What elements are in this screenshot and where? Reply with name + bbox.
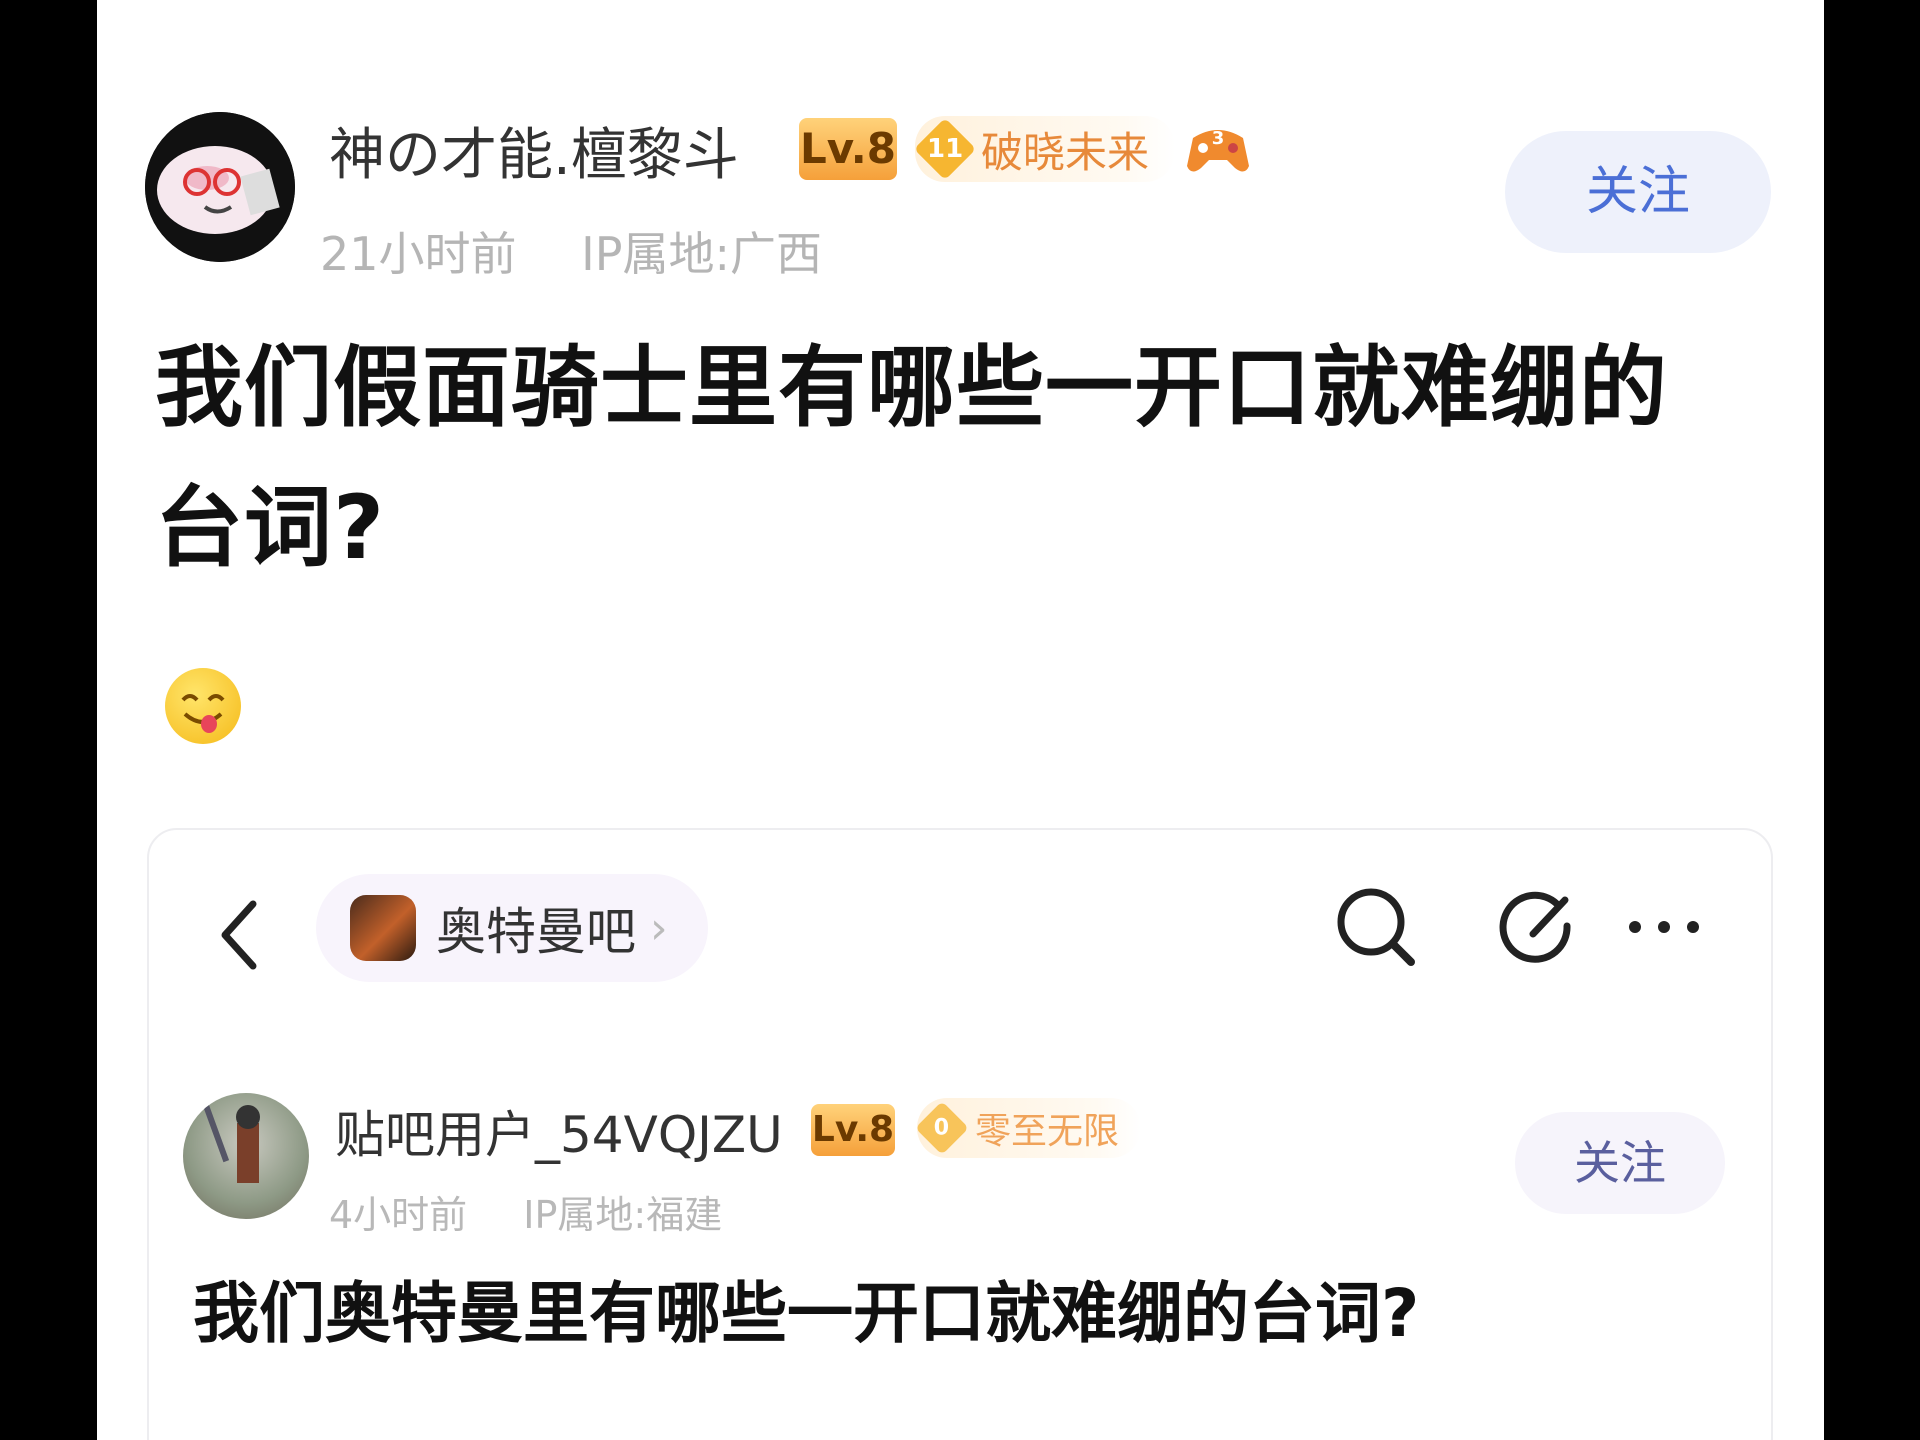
post-meta: 21小时前 IP属地:广西 [320,218,822,284]
embedded-follow-button[interactable]: 关注 [1515,1112,1725,1214]
embedded-post-meta: 4小时前 IP属地:福建 [329,1184,722,1239]
embedded-post-title: 我们奥特曼里有哪些一开口就难绷的台词? [193,1275,1420,1352]
ip-location: IP属地:广西 [581,227,822,281]
embedded-level-badge: Lv.8 [811,1104,895,1156]
svg-text:3: 3 [1212,128,1225,149]
embedded-screenshot-card[interactable]: 奥特曼吧 › 贴吧用户_54VQJZU Lv.8 0 零至无限 4小时前 IP属… [147,828,1773,1440]
search-icon[interactable] [1331,882,1421,972]
back-arrow-icon[interactable] [209,890,269,980]
honor-title: 破晓未来 [981,127,1150,177]
level-badge: Lv.8 [799,118,897,180]
embedded-author-avatar[interactable] [183,1093,309,1219]
embedded-author-name[interactable]: 贴吧用户_54VQJZU [335,1095,783,1167]
honor-badge: 11 破晓未来 [913,116,1176,182]
more-icon[interactable] [1619,882,1709,972]
edit-icon[interactable] [1493,882,1583,972]
yum-face-emoji [165,668,241,744]
author-avatar[interactable] [145,112,295,262]
post-time: 21小时前 [320,227,517,281]
forum-logo [350,895,416,961]
forum-name: 奥特曼吧 [436,903,636,961]
author-name[interactable]: 神の才能.檀黎斗 [329,110,739,191]
embedded-post-time: 4小时前 [329,1193,468,1237]
game-controller-icon: 3 [1183,118,1253,180]
follow-button[interactable]: 关注 [1505,131,1771,253]
embedded-ip-location: IP属地:福建 [523,1193,723,1237]
post-title: 我们假面骑士里有哪些一开口就难绷的台词? [155,336,1669,579]
embedded-honor-title: 零至无限 [975,1111,1120,1152]
forum-pill[interactable]: 奥特曼吧 › [316,874,708,982]
embedded-honor-gem-icon: 0 [915,1101,969,1155]
post-page: 神の才能.檀黎斗 Lv.8 11 破晓未来 3 21小时前 IP属地:广西 关注… [97,0,1824,1440]
honor-gem-icon: 11 [913,117,977,181]
chevron-right-icon: › [650,902,668,954]
embedded-honor-badge: 0 零至无限 [915,1098,1142,1158]
